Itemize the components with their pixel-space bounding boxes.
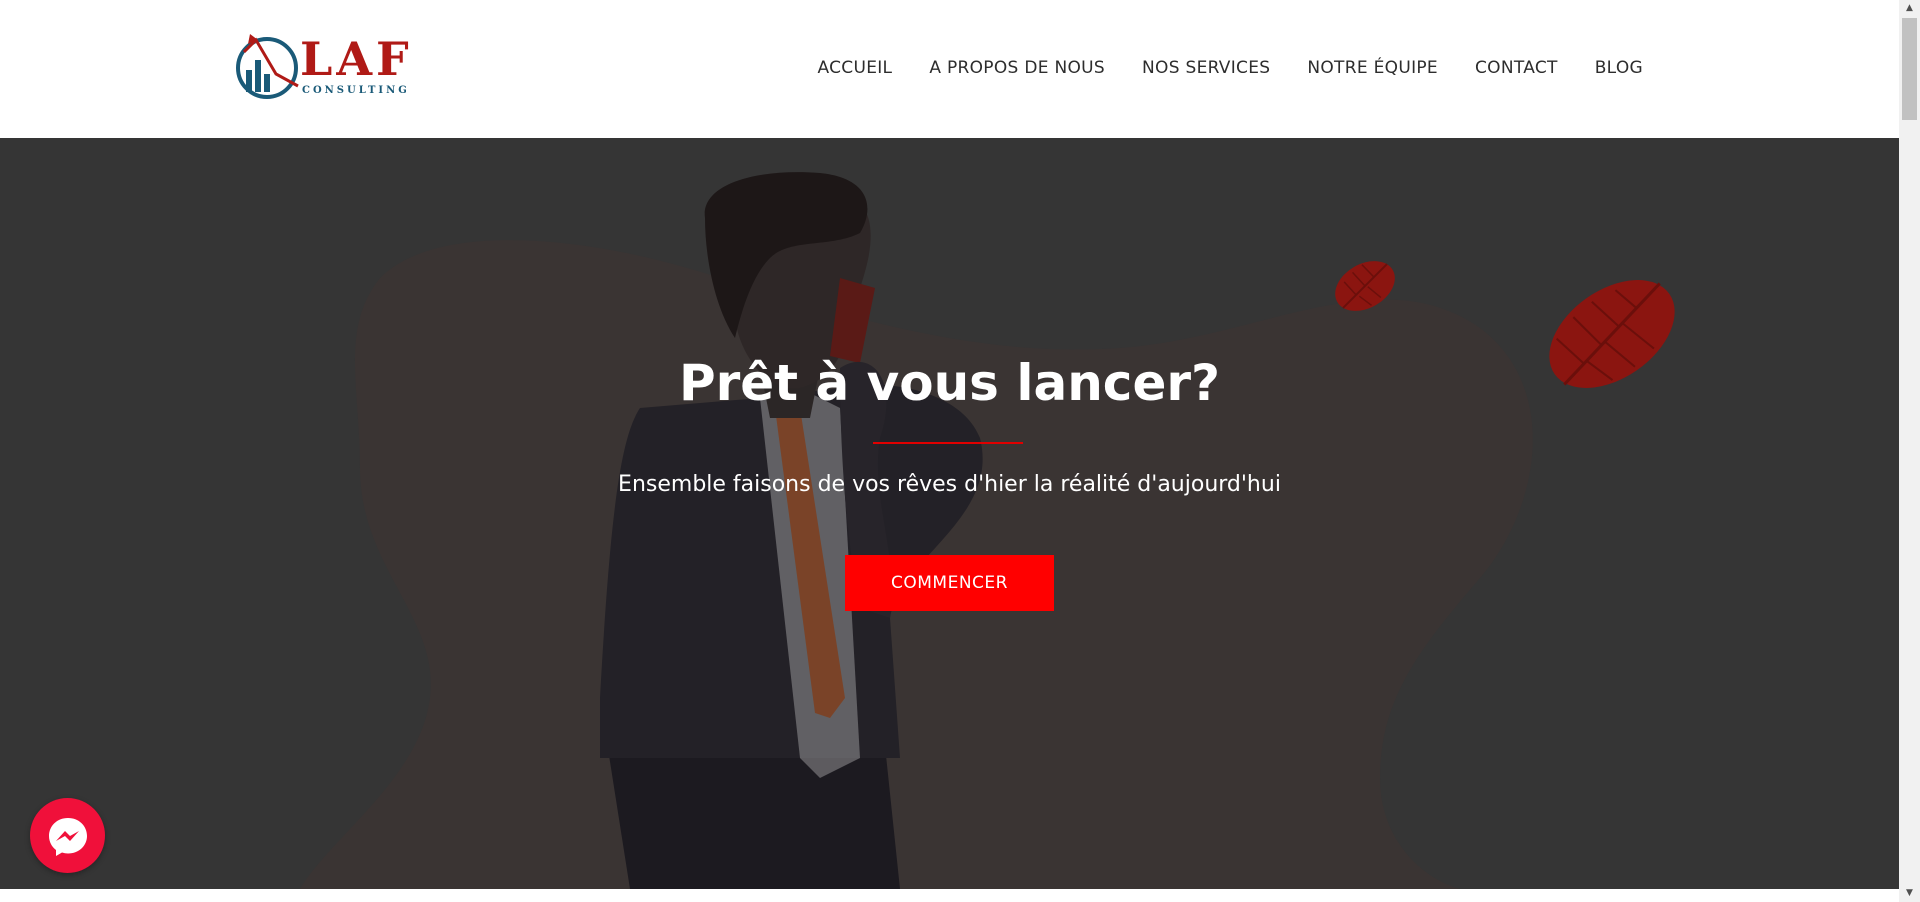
brand-name: LAF [300, 32, 413, 86]
messenger-chat-button[interactable] [30, 798, 105, 873]
site-header: LAF CONSULTING ACCUEIL A PROPOS DE NOUS … [0, 0, 1899, 138]
nav-item-services[interactable]: NOS SERVICES [1142, 56, 1270, 80]
nav-item-a-propos[interactable]: A PROPOS DE NOUS [929, 56, 1105, 80]
nav-item-blog[interactable]: BLOG [1595, 56, 1643, 80]
hero-background-illustration [300, 172, 1675, 889]
page: LAF CONSULTING ACCUEIL A PROPOS DE NOUS … [0, 0, 1920, 902]
brand-logo[interactable]: LAF CONSULTING [236, 30, 412, 106]
logo-emblem-icon [236, 34, 299, 99]
scroll-up-arrow-icon[interactable]: ▲ [1899, 0, 1920, 17]
hero-subtitle: Ensemble faisons de vos rêves d'hier la … [618, 472, 1281, 497]
nav-item-accueil[interactable]: ACCUEIL [817, 56, 892, 80]
commencer-button[interactable]: COMMENCER [845, 555, 1054, 611]
scroll-down-arrow-icon[interactable]: ▼ [1899, 885, 1920, 902]
page-bottom-edge [0, 889, 1899, 902]
scrollbar-thumb[interactable] [1902, 18, 1917, 120]
hero-section: Prêt à vous lancer? Ensemble faisons de … [0, 138, 1899, 889]
hero-title: Prêt à vous lancer? [678, 354, 1221, 412]
messenger-icon [48, 817, 87, 856]
nav-item-contact[interactable]: CONTACT [1475, 56, 1558, 80]
main-nav: ACCUEIL A PROPOS DE NOUS NOS SERVICES NO… [780, 56, 1643, 80]
nav-item-equipe[interactable]: NOTRE ÉQUIPE [1307, 56, 1438, 80]
brand-tagline: CONSULTING [302, 85, 410, 96]
vertical-scrollbar[interactable]: ▲ ▼ [1899, 0, 1920, 902]
hero-divider [873, 442, 1023, 444]
